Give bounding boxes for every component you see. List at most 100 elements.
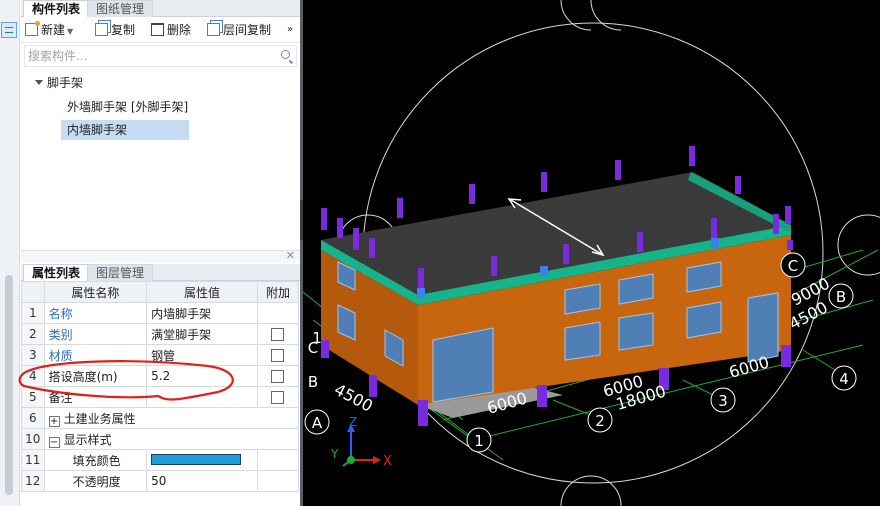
building-model-view[interactable]: 9000 4500 6000 6000 18000 4500 6000 A B … (303, 0, 880, 506)
axis-label: 3 (718, 392, 728, 410)
tab-property-list[interactable]: 属性列表 (23, 264, 90, 281)
new-icon (25, 21, 40, 36)
axis-label: 1 (474, 432, 484, 450)
row-number: 2 (21, 323, 45, 345)
prop-value[interactable] (146, 386, 258, 408)
fill-color-swatch[interactable] (151, 454, 242, 465)
header-extra: 附加 (256, 281, 300, 303)
property-tabbar: 属性列表 图层管理 (21, 264, 300, 281)
left-scrollbar[interactable] (5, 275, 13, 495)
append-checkbox[interactable] (271, 349, 285, 362)
property-table: 属性名称 属性值 附加 1 名称 内墙脚手架 2 类别 满堂脚手架 3 材质 钢… (21, 281, 300, 492)
orbit-handle-right[interactable] (837, 214, 880, 276)
gizmo-y-label: Y (330, 447, 339, 461)
component-list-panel: 构件列表 图纸管理 新建▼ 复制 删除 层间复制 » 脚手架 外墙脚手架 [外脚… (21, 0, 300, 250)
property-panel: 属性列表 图层管理 属性名称 属性值 附加 1 名称 内墙脚手架 2 类别 满堂… (21, 264, 300, 506)
orbit-handle-top-left[interactable] (560, 0, 592, 31)
orbit-handle-top[interactable] (590, 0, 622, 31)
floor-copy-button[interactable]: 层间复制 (207, 21, 271, 39)
more-button[interactable]: » (287, 21, 293, 39)
append-checkbox[interactable] (271, 391, 285, 404)
chevron-down-icon[interactable]: ▼ (67, 27, 73, 36)
copy-icon (95, 23, 108, 36)
panel-divider[interactable]: ✕ (21, 249, 300, 262)
row-number: 1 (21, 302, 45, 324)
prop-value[interactable]: 内墙脚手架 (146, 302, 258, 324)
floor-copy-icon (207, 23, 220, 36)
tree-node-scaffold[interactable]: 脚手架 (35, 73, 83, 93)
prop-name: 填充颜色 (43, 449, 148, 471)
header-number (21, 281, 45, 303)
tab-drawing-management[interactable]: 图纸管理 (87, 0, 154, 17)
delete-button[interactable]: 删除 (151, 21, 191, 39)
prop-extra (256, 386, 300, 408)
copy-label: 复制 (111, 23, 136, 37)
gizmo-x-label: X (383, 454, 392, 469)
new-label: 新建 (41, 23, 66, 37)
search-input[interactable] (25, 46, 265, 66)
prop-value[interactable]: 5.2 (146, 365, 258, 387)
group-civil-props[interactable]: + 土建业务属性 (43, 407, 300, 429)
prop-extra (256, 344, 300, 366)
tab-layer-management[interactable]: 图层管理 (87, 264, 154, 281)
3d-viewport[interactable]: 9000 4500 6000 6000 18000 4500 6000 A B … (303, 0, 880, 506)
collapse-minus-icon[interactable]: − (48, 436, 60, 448)
prop-name: 搭设高度(m) (43, 365, 148, 387)
row-number: 5 (21, 386, 45, 408)
row-number: 12 (21, 470, 45, 492)
table-row[interactable]: 11 填充颜色 (21, 449, 300, 471)
table-row[interactable]: 10 − 显示样式 (21, 428, 300, 450)
row-number: 6 (21, 407, 45, 429)
tab-component-list[interactable]: 构件列表 (23, 0, 90, 17)
row-number: 11 (21, 449, 45, 471)
prop-name: 材质 (43, 344, 148, 366)
prop-value[interactable]: 50 (146, 470, 258, 492)
table-row[interactable]: 6 + 土建业务属性 (21, 407, 300, 429)
prop-name: 不透明度 (43, 470, 148, 492)
table-row[interactable]: 5 备注 (21, 386, 300, 408)
close-icon[interactable]: ✕ (286, 249, 295, 262)
list-view-icon[interactable] (1, 22, 17, 38)
axis-label: 4 (839, 370, 849, 388)
prop-value[interactable] (146, 449, 258, 471)
append-checkbox[interactable] (271, 328, 285, 341)
expand-triangle-icon[interactable] (35, 80, 43, 85)
left-icon-strip (0, 0, 20, 506)
axis-label: 1 (312, 329, 322, 347)
expand-plus-icon[interactable]: + (48, 415, 60, 427)
row-number: 10 (21, 428, 45, 450)
table-row[interactable]: 12 不透明度 50 (21, 470, 300, 492)
component-tree: 脚手架 外墙脚手架 [外脚手架] 内墙脚手架 (21, 67, 300, 245)
axis-label: B (836, 288, 846, 306)
coordinate-gizmo-icon: Z X Y (330, 415, 392, 469)
group-label: 显示样式 (63, 432, 112, 447)
copy-button[interactable]: 复制 (95, 21, 135, 39)
floor-copy-label: 层间复制 (223, 23, 272, 37)
prop-value[interactable]: 满堂脚手架 (146, 323, 258, 345)
prop-extra (256, 323, 300, 345)
new-button[interactable]: 新建 ▼ (25, 21, 73, 39)
table-header-row: 属性名称 属性值 附加 (21, 281, 300, 303)
prop-extra (256, 449, 300, 471)
header-prop-value: 属性值 (146, 281, 258, 303)
prop-extra (256, 365, 300, 387)
table-row[interactable]: 1 名称 内墙脚手架 (21, 302, 300, 324)
append-checkbox[interactable] (271, 370, 285, 383)
table-row[interactable]: 3 材质 钢管 (21, 344, 300, 366)
tree-item-interior-scaffold[interactable]: 内墙脚手架 (61, 120, 189, 140)
group-display-style[interactable]: − 显示样式 (43, 428, 300, 450)
prop-extra (256, 470, 300, 492)
prop-name: 备注 (43, 386, 148, 408)
table-row[interactable]: 2 类别 满堂脚手架 (21, 323, 300, 345)
search-icon[interactable] (281, 50, 290, 59)
axis-label: 2 (595, 412, 605, 430)
row-number: 4 (21, 365, 45, 387)
prop-value[interactable]: 钢管 (146, 344, 258, 366)
table-row[interactable]: 4 搭设高度(m) 5.2 (21, 365, 300, 387)
trash-icon (151, 23, 164, 36)
row-number: 3 (21, 344, 45, 366)
prop-extra (256, 302, 300, 324)
tree-item-exterior-scaffold[interactable]: 外墙脚手架 [外脚手架] (67, 97, 188, 117)
group-label: 土建业务属性 (63, 411, 136, 426)
orbit-handle-bottom[interactable] (560, 475, 622, 506)
